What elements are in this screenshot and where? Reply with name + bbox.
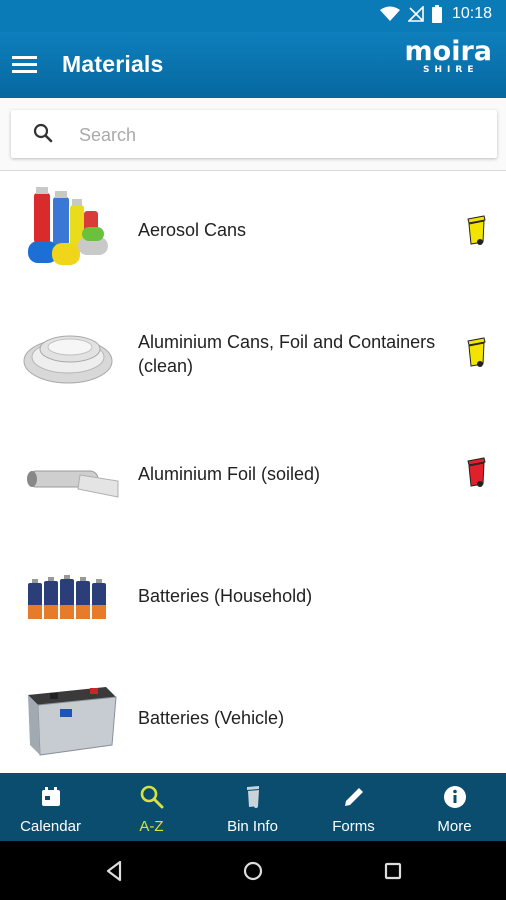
menu-icon[interactable]: [10, 50, 40, 80]
item-label: Batteries (Household): [138, 586, 313, 606]
app-bar: Materials moira SHIRE: [0, 32, 506, 98]
search-icon: [140, 785, 164, 809]
brand-logo: moira SHIRE: [404, 36, 492, 76]
page-title: Materials: [62, 51, 164, 77]
search-area: [0, 98, 506, 170]
recents-icon[interactable]: [377, 855, 409, 887]
clock: 10:18: [451, 5, 492, 22]
vehicle-battery-image: [28, 687, 117, 756]
nav-more[interactable]: More: [404, 773, 505, 841]
item-label: Aluminium Cans, Foil and Containers (cle…: [138, 332, 436, 376]
nav-label: Calendar: [20, 818, 81, 835]
search-icon: [33, 123, 53, 143]
nav-label: Forms: [332, 818, 375, 835]
nav-calendar[interactable]: Calendar: [0, 773, 101, 841]
status-bar: 10:18: [0, 0, 506, 32]
list-item[interactable]: Batteries (Household): [0, 537, 506, 659]
search-input[interactable]: [77, 118, 481, 152]
aluminium-foil-image: [27, 470, 119, 498]
nav-bin-info[interactable]: Bin Info: [202, 773, 303, 841]
home-icon[interactable]: [237, 855, 269, 887]
nav-label: More: [437, 818, 472, 835]
search-box[interactable]: [11, 110, 497, 158]
list-item[interactable]: Batteries (Vehicle): [0, 659, 506, 773]
wifi-icon: [379, 6, 400, 21]
no-signal-icon: [407, 6, 424, 22]
battery-icon: [431, 5, 442, 23]
list-item[interactable]: Aerosol Cans: [0, 171, 506, 293]
item-label: Aerosol Cans: [138, 220, 247, 240]
system-navigation-bar: [0, 841, 506, 900]
item-label: Batteries (Vehicle): [138, 708, 285, 728]
aluminium-containers-image: [23, 335, 113, 384]
household-batteries-image: [28, 575, 106, 619]
item-label: Aluminium Foil (soiled): [138, 464, 321, 484]
nav-label: Bin Info: [227, 818, 278, 835]
yellow-bin-icon: [467, 215, 486, 245]
bottom-navigation: Calendar A-Z Bin Info Forms More: [0, 773, 506, 841]
back-icon[interactable]: [98, 855, 130, 887]
calendar-icon: [42, 787, 60, 806]
nav-label: A-Z: [139, 818, 164, 835]
aerosol-cans-image: [28, 187, 108, 265]
bin-icon: [247, 786, 259, 808]
list-item[interactable]: Aluminium Foil (soiled): [0, 415, 506, 537]
red-bin-icon: [467, 457, 486, 487]
pencil-icon: [345, 788, 363, 806]
nav-a-z[interactable]: A-Z: [101, 773, 202, 841]
list-item[interactable]: Aluminium Cans, Foil and Containers (cle…: [0, 293, 506, 415]
info-icon: [444, 786, 466, 808]
yellow-bin-icon: [467, 337, 486, 367]
nav-forms[interactable]: Forms: [303, 773, 404, 841]
brand-name: moira: [404, 36, 492, 67]
status-icons: 10:18: [379, 5, 492, 23]
materials-list: Aerosol Cans Aluminium Cans, Foil and Co…: [0, 171, 506, 773]
